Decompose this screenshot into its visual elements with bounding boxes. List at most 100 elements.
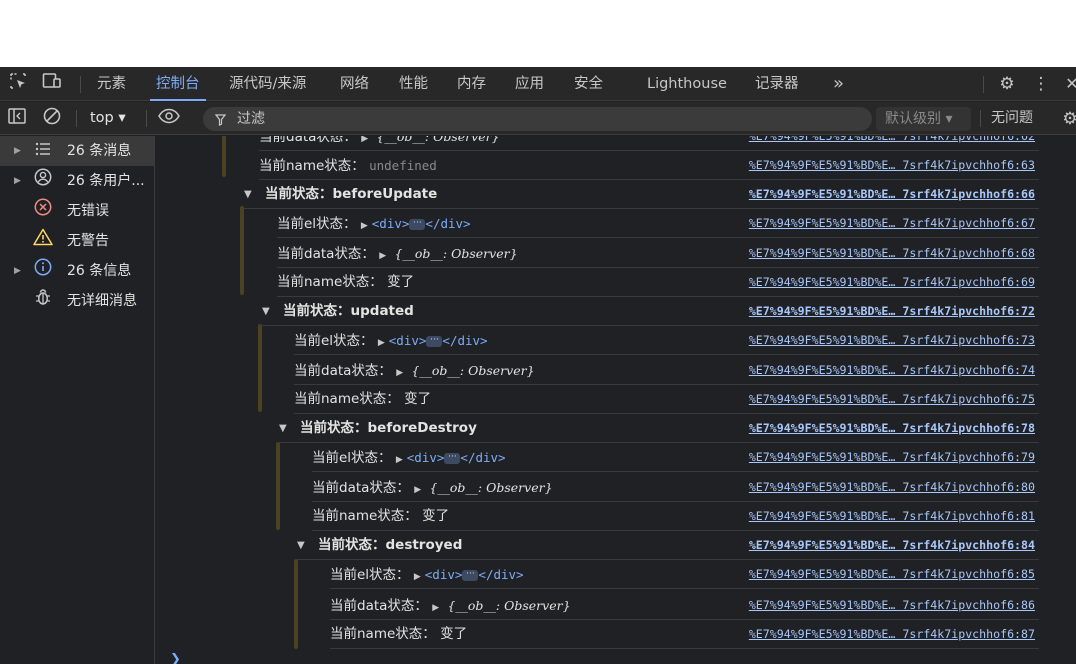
source-link[interactable]: %E7%94%9F%E5%91%BD%E… 7srf4k7ipvchhof6:6… bbox=[749, 209, 1035, 238]
element-tag-open[interactable]: <div> bbox=[389, 333, 427, 348]
sidebar-item-verbose[interactable]: 无详细消息 bbox=[0, 286, 154, 316]
live-expression-eye-icon[interactable] bbox=[157, 107, 181, 131]
string-value: 变了 bbox=[440, 626, 468, 642]
source-link[interactable]: %E7%94%9F%E5%91%BD%E… 7srf4k7ipvchhof6:7… bbox=[749, 297, 1035, 326]
tab-memory[interactable]: 内存 bbox=[457, 67, 486, 101]
context-selector[interactable]: top ▾ bbox=[90, 102, 126, 135]
tab-sources[interactable]: 源代码/来源 bbox=[229, 67, 306, 101]
console-log-row: 当前data状态： ▶ {__ob__: Observer} %E7%94%9F… bbox=[294, 356, 1039, 385]
tab-network[interactable]: 网络 bbox=[340, 67, 369, 101]
console-prompt-chevron-icon[interactable]: ❯ bbox=[170, 652, 181, 664]
log-level-dropdown[interactable]: 默认级别 ▾ bbox=[876, 107, 971, 131]
log-message: 当前el状态： ▶ <div> ··· </div> bbox=[330, 560, 524, 592]
element-tag-close[interactable]: </div> bbox=[425, 216, 470, 231]
source-link[interactable]: %E7%94%9F%E5%91%BD%E… 7srf4k7ipvchhof6:8… bbox=[749, 620, 1035, 649]
console-log-row: 当前name状态： 变了 %E7%94%9F%E5%91%BD%E… 7srf4… bbox=[330, 620, 1039, 649]
element-tag-close[interactable]: </div> bbox=[442, 333, 487, 348]
console-filter-bar: top ▾ 过滤 默认级别 ▾ 无问题 ⚙ bbox=[0, 102, 1076, 135]
source-link[interactable]: %E7%94%9F%E5%91%BD%E… 7srf4k7ipvchhof6:6… bbox=[749, 136, 1035, 151]
expand-triangle-icon[interactable]: ▶ bbox=[432, 603, 439, 613]
console-group-header[interactable]: ▼ 当前状态：beforeDestroy %E7%94%9F%E5%91%BD%… bbox=[277, 414, 1039, 443]
expand-arrow-icon: ▶ bbox=[14, 266, 21, 276]
source-link[interactable]: %E7%94%9F%E5%91%BD%E… 7srf4k7ipvchhof6:6… bbox=[749, 268, 1035, 297]
ellipsis-icon[interactable]: ··· bbox=[444, 452, 461, 464]
source-link[interactable]: %E7%94%9F%E5%91%BD%E… 7srf4k7ipvchhof6:8… bbox=[749, 531, 1035, 560]
source-link[interactable]: %E7%94%9F%E5%91%BD%E… 7srf4k7ipvchhof6:8… bbox=[749, 502, 1035, 531]
filter-placeholder: 过滤 bbox=[237, 111, 265, 127]
tab-performance[interactable]: 性能 bbox=[399, 67, 428, 101]
source-link[interactable]: %E7%94%9F%E5%91%BD%E… 7srf4k7ipvchhof6:8… bbox=[749, 591, 1035, 620]
expand-triangle-icon[interactable]: ▶ bbox=[414, 572, 421, 582]
collapse-arrow-icon[interactable]: ▼ bbox=[297, 531, 305, 560]
ellipsis-icon[interactable]: ··· bbox=[462, 569, 479, 581]
sidebar-item-info[interactable]: ▶ 26 条信息 bbox=[0, 256, 154, 286]
source-link[interactable]: %E7%94%9F%E5%91%BD%E… 7srf4k7ipvchhof6:7… bbox=[749, 326, 1035, 355]
source-link[interactable]: %E7%94%9F%E5%91%BD%E… 7srf4k7ipvchhof6:8… bbox=[749, 473, 1035, 502]
tab-console[interactable]: 控制台 bbox=[150, 67, 205, 101]
console-group-header[interactable]: ▼ 当前状态：destroyed %E7%94%9F%E5%91%BD%E… 7… bbox=[295, 531, 1039, 560]
collapse-arrow-icon[interactable]: ▼ bbox=[244, 180, 252, 209]
sidebar-toggle-icon[interactable] bbox=[5, 107, 29, 131]
source-link[interactable]: %E7%94%9F%E5%91%BD%E… 7srf4k7ipvchhof6:7… bbox=[749, 414, 1035, 443]
device-toolbar-icon[interactable] bbox=[40, 72, 64, 96]
list-icon bbox=[32, 136, 54, 166]
sidebar-item-warnings[interactable]: 无警告 bbox=[0, 226, 154, 256]
inspect-element-icon[interactable] bbox=[6, 72, 30, 96]
collapse-arrow-icon[interactable]: ▼ bbox=[279, 414, 287, 443]
object-preview[interactable]: {__ob__: Observer} bbox=[394, 246, 517, 261]
expand-triangle-icon[interactable]: ▶ bbox=[361, 136, 368, 144]
close-icon[interactable]: ✕ bbox=[1060, 72, 1076, 96]
tab-application[interactable]: 应用 bbox=[515, 67, 544, 101]
console-messages: 当前data状态： ▶ {__ob__: Observer} %E7%94%9F… bbox=[156, 136, 1076, 664]
sidebar-item-errors[interactable]: 无错误 bbox=[0, 196, 154, 226]
object-preview[interactable]: {__ob__: Observer} bbox=[411, 363, 534, 378]
tab-lighthouse[interactable]: Lighthouse bbox=[647, 67, 727, 101]
console-log-row: 当前name状态： undefined %E7%94%9F%E5%91%BD%E… bbox=[259, 151, 1039, 180]
source-link[interactable]: %E7%94%9F%E5%91%BD%E… 7srf4k7ipvchhof6:6… bbox=[749, 239, 1035, 268]
source-link[interactable]: %E7%94%9F%E5%91%BD%E… 7srf4k7ipvchhof6:8… bbox=[749, 560, 1035, 589]
clear-console-icon[interactable] bbox=[40, 107, 64, 131]
tab-recorder[interactable]: 记录器 bbox=[755, 67, 799, 101]
element-tag-open[interactable]: <div> bbox=[407, 450, 445, 465]
log-message: 当前name状态： 变了 bbox=[294, 385, 431, 414]
more-tabs-button[interactable]: » bbox=[833, 67, 844, 101]
expand-triangle-icon[interactable]: ▶ bbox=[396, 368, 403, 378]
expand-triangle-icon[interactable]: ▶ bbox=[414, 485, 421, 495]
element-tag-open[interactable]: <div> bbox=[372, 216, 410, 231]
tab-elements[interactable]: 元素 bbox=[97, 67, 126, 101]
expand-triangle-icon[interactable]: ▶ bbox=[378, 338, 385, 348]
issues-counter[interactable]: 无问题 bbox=[991, 102, 1033, 135]
element-tag-close[interactable]: </div> bbox=[460, 450, 505, 465]
source-link[interactable]: %E7%94%9F%E5%91%BD%E… 7srf4k7ipvchhof6:7… bbox=[749, 385, 1035, 414]
object-preview[interactable]: {__ob__: Observer} bbox=[429, 480, 552, 495]
sidebar-item-user-messages[interactable]: ▶ 26 条用户... bbox=[0, 166, 154, 196]
expand-arrow-icon: ▶ bbox=[14, 176, 21, 186]
source-link[interactable]: %E7%94%9F%E5%91%BD%E… 7srf4k7ipvchhof6:6… bbox=[749, 151, 1035, 180]
source-link[interactable]: %E7%94%9F%E5%91%BD%E… 7srf4k7ipvchhof6:7… bbox=[749, 356, 1035, 385]
ellipsis-icon[interactable]: ··· bbox=[426, 335, 443, 347]
expand-triangle-icon[interactable]: ▶ bbox=[379, 251, 386, 261]
tab-security[interactable]: 安全 bbox=[574, 67, 603, 101]
element-tag-open[interactable]: <div> bbox=[425, 567, 463, 582]
log-text: 当前name状态： bbox=[277, 274, 383, 290]
expand-triangle-icon[interactable]: ▶ bbox=[361, 221, 368, 231]
expand-triangle-icon[interactable]: ▶ bbox=[396, 455, 403, 465]
sidebar-item-label: 无错误 bbox=[67, 203, 109, 219]
console-group-header[interactable]: ▼ 当前状态：beforeUpdate %E7%94%9F%E5%91%BD%E… bbox=[242, 180, 1039, 209]
console-settings-icon[interactable]: ⚙ bbox=[1058, 107, 1076, 131]
source-link[interactable]: %E7%94%9F%E5%91%BD%E… 7srf4k7ipvchhof6:6… bbox=[749, 180, 1035, 209]
sidebar-item-messages[interactable]: ▶ 26 条消息 bbox=[0, 136, 154, 166]
filter-input[interactable]: 过滤 bbox=[203, 107, 872, 131]
ellipsis-icon[interactable]: ··· bbox=[409, 218, 426, 230]
element-tag-close[interactable]: </div> bbox=[478, 567, 523, 582]
group-indent-bar bbox=[276, 442, 280, 530]
console-group-header[interactable]: ▼ 当前状态：updated %E7%94%9F%E5%91%BD%E… 7sr… bbox=[260, 297, 1039, 326]
kebab-menu-icon[interactable]: ⋮ bbox=[1029, 72, 1053, 96]
object-preview[interactable]: {__ob__: Observer} bbox=[447, 598, 570, 613]
object-preview[interactable]: {__ob__: Observer} bbox=[376, 136, 499, 144]
sidebar-item-label: 26 条用户... bbox=[67, 173, 145, 189]
collapse-arrow-icon[interactable]: ▼ bbox=[262, 297, 270, 326]
log-message: 当前el状态： ▶ <div> ··· </div> bbox=[294, 326, 488, 358]
source-link[interactable]: %E7%94%9F%E5%91%BD%E… 7srf4k7ipvchhof6:7… bbox=[749, 443, 1035, 472]
settings-gear-icon[interactable]: ⚙ bbox=[995, 72, 1019, 96]
